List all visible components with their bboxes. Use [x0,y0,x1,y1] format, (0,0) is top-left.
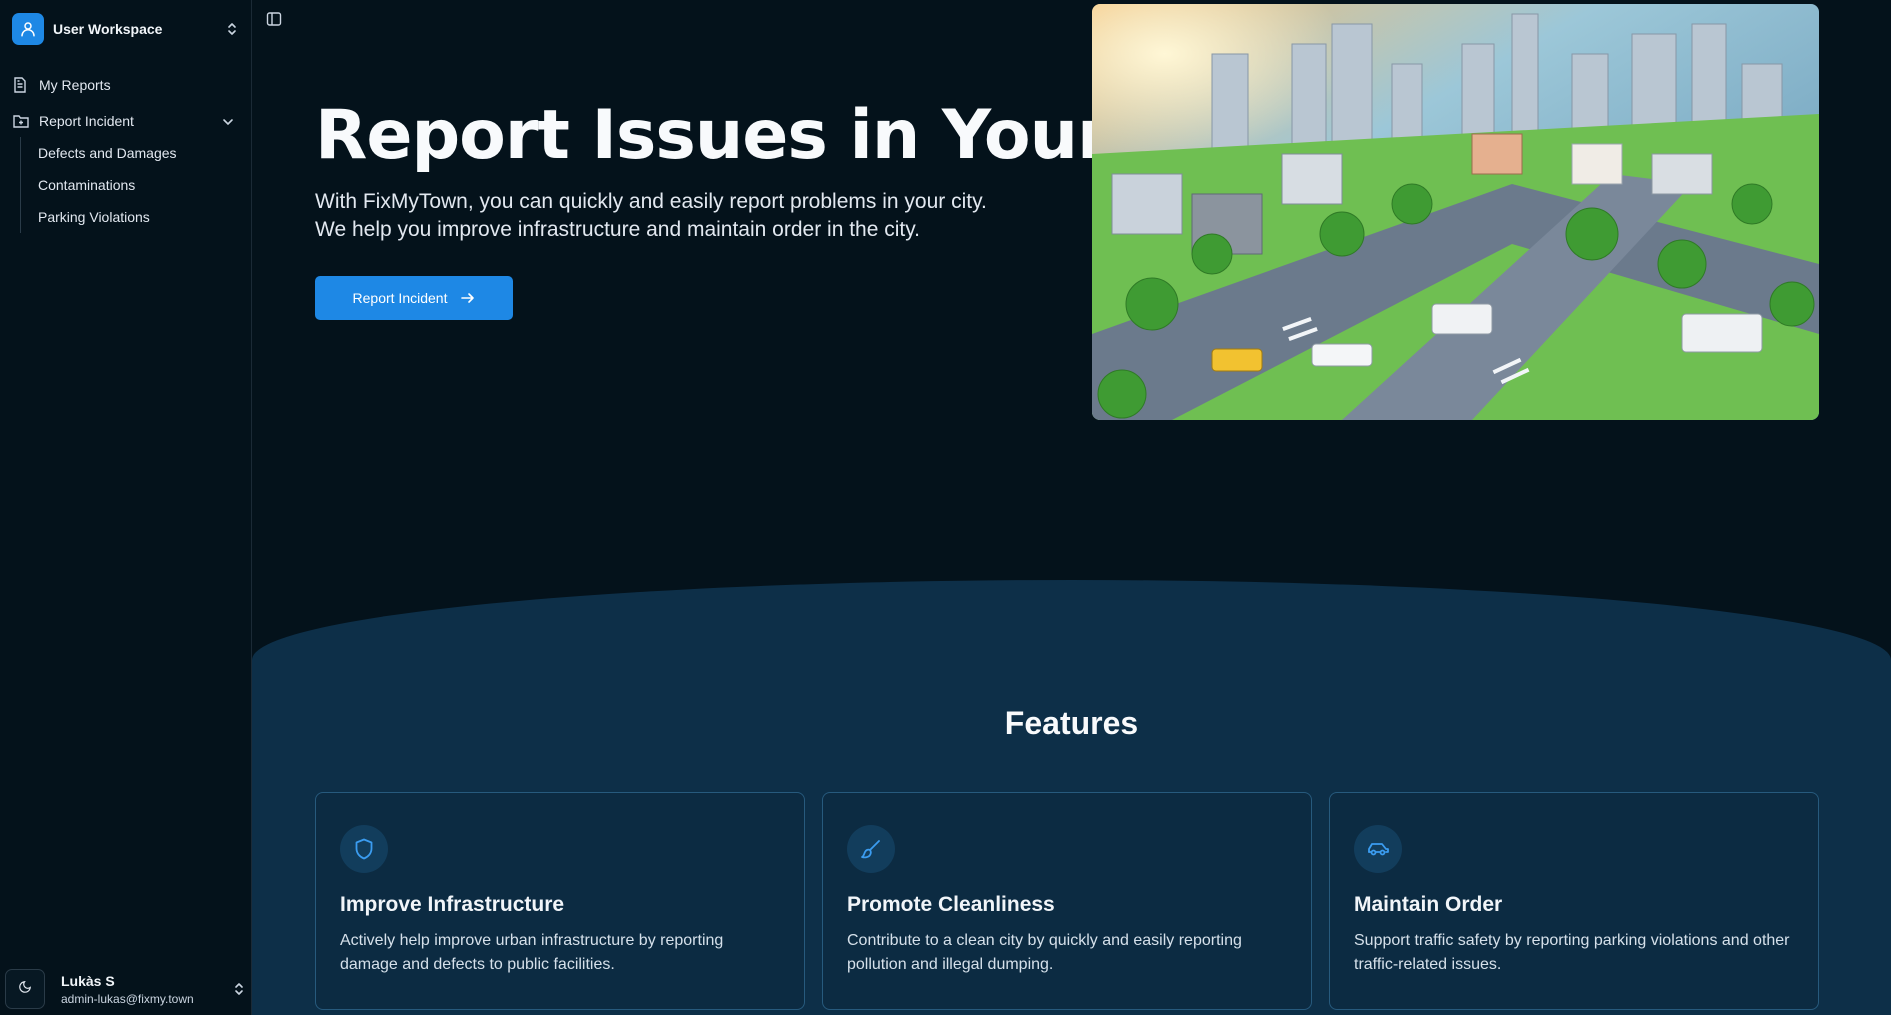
feature-card-text: Contribute to a clean city by quickly an… [847,932,1242,973]
nav-label-my-reports: My Reports [39,77,111,93]
folder-plus-icon [13,113,29,129]
report-incident-button[interactable]: Report Incident [315,276,513,320]
workspace-switcher[interactable]: User Workspace [12,12,240,46]
subnav-item-parking-violations[interactable]: Parking Violations [38,201,242,233]
shield-icon [340,825,388,873]
subnav-item-defects[interactable]: Defects and Damages [38,137,242,169]
chevrons-up-down-icon [231,981,247,997]
sidebar: User Workspace My Reports Report Inciden… [0,0,252,1015]
user-icon [12,13,44,45]
nav-item-report-incident[interactable]: Report Incident [10,106,242,136]
sidebar-nav: My Reports Report Incident Defects and D… [10,70,242,233]
chevrons-up-down-icon [224,21,240,37]
feature-card-title: Improve Infrastructure [340,893,565,916]
workspace-name: User Workspace [53,21,163,37]
user-menu[interactable]: Lukàs S admin-lukas@fixmy.town [5,963,247,1015]
feature-card-title: Promote Cleanliness [847,893,1055,916]
feature-card-infrastructure: Improve Infrastructure Actively help imp… [315,792,805,1010]
arrow-right-icon [461,292,475,304]
hero-city-illustration [1092,4,1819,420]
feature-card-text: Actively help improve urban infrastructu… [340,932,724,973]
hero-subtitle-line-1: With FixMyTown, you can quickly and easi… [315,190,987,213]
moon-icon [18,980,32,999]
user-name: Lukàs S [61,972,115,989]
hero-subtitle: With FixMyTown, you can quickly and easi… [315,188,1035,244]
car-icon [1354,825,1402,873]
sidebar-toggle-icon[interactable] [266,11,282,27]
feature-card-title: Maintain Order [1354,893,1503,916]
feature-card-text: Support traffic safety by reporting park… [1354,932,1790,973]
feature-cards: Improve Infrastructure Actively help imp… [315,792,1819,1010]
subnav-item-contaminations[interactable]: Contaminations [38,169,242,201]
chevron-down-icon[interactable] [222,113,234,129]
file-text-icon [13,77,29,93]
report-incident-subnav: Defects and Damages Contaminations Parki… [20,137,242,233]
theme-toggle-button[interactable] [5,969,45,1009]
report-incident-button-label: Report Incident [352,290,448,306]
app-root: User Workspace My Reports Report Inciden… [0,0,1891,1015]
nav-label-report-incident: Report Incident [39,113,134,129]
features-title: Features [1004,705,1139,741]
hero-subtitle-line-2: We help you improve infrastructure and m… [315,218,921,241]
brush-icon [847,825,895,873]
nav-item-my-reports[interactable]: My Reports [10,70,242,100]
user-email: admin-lukas@fixmy.town [61,991,194,1006]
feature-card-cleanliness: Promote Cleanliness Contribute to a clea… [822,792,1312,1010]
user-info: Lukàs S admin-lukas@fixmy.town [61,973,231,1006]
main-content: Report Issues in Your City With FixMyTow… [252,0,1891,1015]
feature-card-order: Maintain Order Support traffic safety by… [1329,792,1819,1010]
